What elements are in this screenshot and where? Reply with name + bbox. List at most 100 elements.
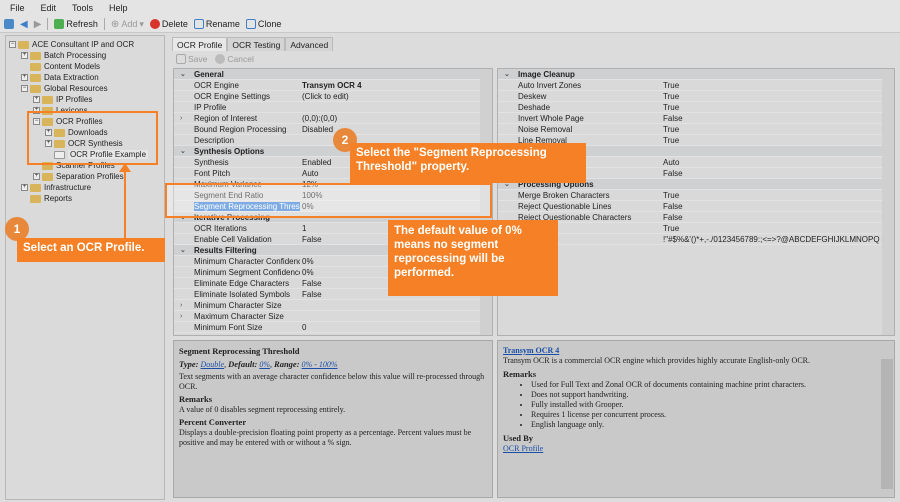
tree-item[interactable]: + Infrastructure [6,182,164,193]
property-row[interactable]: Reject Questionable Lines False [498,201,894,212]
expand-icon[interactable]: › [180,313,182,320]
list-item: Requires 1 license per concurrent proces… [531,410,878,420]
collapse-icon[interactable]: ⌄ [504,70,510,78]
expand-icon[interactable]: + [21,52,28,59]
tree-item[interactable]: Reports [6,193,164,204]
rename-button[interactable]: Rename [193,19,240,29]
collapse-icon[interactable]: ⌄ [180,147,186,155]
collapse-icon[interactable]: ⌄ [180,246,186,254]
cancel-button[interactable]: Cancel [215,54,254,64]
property-value[interactable]: False [663,114,880,123]
property-row[interactable]: Merge Broken Characters True [498,190,894,201]
property-value[interactable]: True [663,224,880,233]
menu-help[interactable]: Help [109,3,128,13]
save-button[interactable]: Save [176,54,207,64]
expand-icon[interactable]: − [21,85,28,92]
property-row[interactable]: Minimum Font Size 0 [174,322,492,333]
default-link[interactable]: 0% [259,360,270,369]
tree-item[interactable]: + Separation Profiles [6,171,164,182]
property-row[interactable]: Bound Region Processing Disabled [174,124,492,135]
property-row[interactable]: OCR Engine Settings (Click to edit) [174,91,492,102]
refresh-button[interactable]: Refresh [54,19,98,29]
property-value[interactable]: True [663,103,880,112]
save-icon [176,54,186,64]
callout-3: The default value of 0% means no segment… [388,220,558,296]
property-value[interactable]: True [663,92,880,101]
scrollbar[interactable] [882,69,894,335]
property-row[interactable]: Auto Invert Zones True [498,80,894,91]
property-value[interactable]: False [663,169,880,178]
menu-edit[interactable]: Edit [41,3,57,13]
tree-item[interactable]: Content Models [6,61,164,72]
property-value[interactable]: True [663,136,880,145]
scrollbar[interactable] [881,359,893,489]
arrow-head-icon [119,163,131,172]
property-row[interactable]: › Minimum Character Size [174,300,492,311]
tree-item-label: Separation Profiles [56,172,124,181]
property-row[interactable]: › Maximum Character Size [174,311,492,322]
forward-arrow-icon[interactable]: ▶ [34,19,42,30]
tree-item[interactable]: + Data Extraction [6,72,164,83]
property-value[interactable]: Auto [663,158,880,167]
tree-item-label: IP Profiles [56,95,93,104]
property-row[interactable]: IP Profile [174,102,492,113]
arrow-line [124,165,126,240]
property-category[interactable]: ⌄ General [174,69,492,80]
property-name: Results Filtering [194,245,257,255]
add-button[interactable]: ⊕ Add ▾ [111,19,144,30]
menu-tools[interactable]: Tools [72,3,93,13]
help-description: Text segments with an average character … [179,372,485,391]
property-value[interactable]: Transym OCR 4 [302,81,478,90]
expand-icon[interactable]: + [21,74,28,81]
property-category[interactable]: ⌄ Image Cleanup [498,69,894,80]
delete-button[interactable]: Delete [149,19,188,29]
panel-toggle-icon[interactable] [4,19,14,29]
tree-item[interactable]: + IP Profiles [6,94,164,105]
folder-icon [30,183,41,192]
property-row[interactable]: Invert Whole Page False [498,113,894,124]
property-value[interactable]: False [663,213,880,222]
expand-icon[interactable]: − [9,41,16,48]
menu-file[interactable]: File [10,3,25,13]
property-value[interactable]: (Click to edit) [302,92,478,101]
property-value[interactable]: True [663,81,880,90]
property-value[interactable]: Disabled [302,125,478,134]
property-name: Minimum Segment Confidence [194,267,300,277]
property-value[interactable]: 0 [302,323,478,332]
property-name: Deshade [518,102,551,112]
highlight-ocr-profiles [27,111,158,165]
type-link[interactable]: Double [201,360,225,369]
back-arrow-icon[interactable]: ◀ [20,19,28,30]
folder-icon [30,73,41,82]
tab-ocr-profile[interactable]: OCR Profile [172,37,228,52]
property-row[interactable]: Deskew True [498,91,894,102]
property-row[interactable]: OCR Engine Transym OCR 4 [174,80,492,91]
expand-icon[interactable]: + [21,184,28,191]
property-help-pane: Segment Reprocessing Threshold Type: Dou… [173,340,493,498]
property-value[interactable]: True [663,191,880,200]
tab-advanced[interactable]: Advanced [285,37,334,52]
property-name: Synthesis [194,157,229,167]
clone-button[interactable]: Clone [245,19,281,29]
expand-icon[interactable]: › [180,302,182,309]
property-value[interactable]: !"#$%&'()*+,-./0123456789:;<=>?@ABCDEFGH… [663,235,880,244]
expand-icon[interactable]: + [33,96,40,103]
property-row[interactable]: Deshade True [498,102,894,113]
property-row[interactable]: › Region of Interest (0,0):(0,0) [174,113,492,124]
ocr-profile-link[interactable]: OCR Profile [503,444,543,453]
tree-item[interactable]: − Global Resources [6,83,164,94]
tree-item[interactable]: + Batch Processing [6,50,164,61]
tree-item[interactable]: − ACE Consultant IP and OCR [6,39,164,50]
property-row[interactable]: Noise Removal True [498,124,894,135]
tab-ocr-testing[interactable]: OCR Testing [227,37,286,52]
collapse-icon[interactable]: ⌄ [180,70,186,78]
transym-link[interactable]: Transym OCR 4 [503,346,559,355]
refresh-icon [54,19,65,29]
expand-icon[interactable]: › [180,115,182,122]
property-value[interactable]: (0,0):(0,0) [302,114,478,123]
property-value[interactable]: True [663,125,880,134]
range-link[interactable]: 0% - 100% [302,360,338,369]
property-value[interactable]: False [663,202,880,211]
expand-icon[interactable]: + [33,173,40,180]
tab-bar: OCR Profile OCR Testing Advanced [172,37,334,52]
